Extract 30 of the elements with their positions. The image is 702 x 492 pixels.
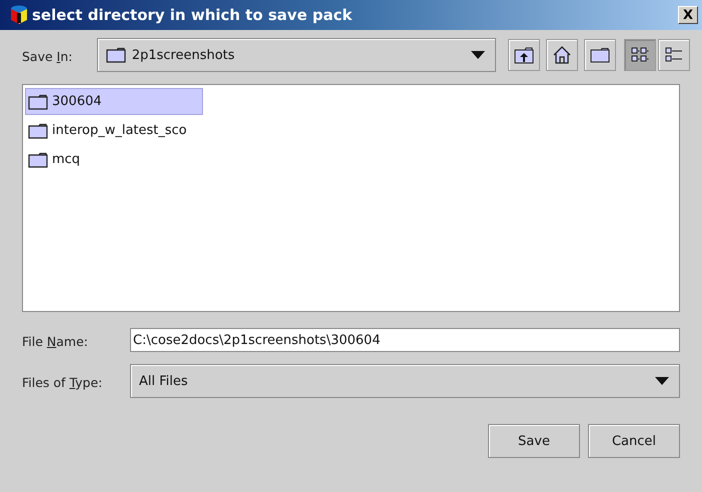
file-name-field[interactable]: C:\cose2docs\2p1screenshots\300604 [130, 328, 680, 352]
view-toggle-button[interactable] [624, 39, 656, 71]
home-icon [553, 46, 571, 64]
folder-icon [28, 152, 48, 168]
toolbar-button[interactable] [546, 39, 578, 71]
folder-icon [106, 47, 126, 63]
field-label: Files of Type: [22, 374, 102, 390]
file-item[interactable]: mcq [25, 146, 203, 173]
save-in-dropdown[interactable]: 2p1screenshots [96, 38, 496, 72]
dropdown-arrow-icon [471, 51, 485, 59]
dropdown-arrow-icon [655, 377, 669, 385]
file-item[interactable]: 300604 [25, 88, 203, 115]
list-view-icon [631, 46, 649, 64]
folder-icon [590, 47, 610, 63]
details-view-icon [665, 46, 683, 64]
window-title: select directory in which to save pack [32, 6, 354, 24]
folder-up-icon [514, 46, 534, 64]
toolbar-button[interactable] [584, 39, 616, 71]
app-icon [10, 5, 28, 25]
file-type-dropdown[interactable]: All Files [130, 364, 680, 398]
field-label: File Name: [22, 334, 88, 348]
cancel-button[interactable]: Cancel [588, 424, 680, 458]
close-button[interactable]: X [678, 6, 698, 24]
save-button[interactable]: Save [488, 424, 580, 458]
toolbar-button[interactable] [508, 39, 540, 71]
folder-icon [28, 94, 48, 110]
folder-icon [28, 122, 48, 138]
file-item[interactable]: interop_w_latest_sco [25, 117, 203, 144]
field-label: Save In: [22, 48, 72, 64]
view-toggle-button[interactable] [658, 39, 690, 71]
